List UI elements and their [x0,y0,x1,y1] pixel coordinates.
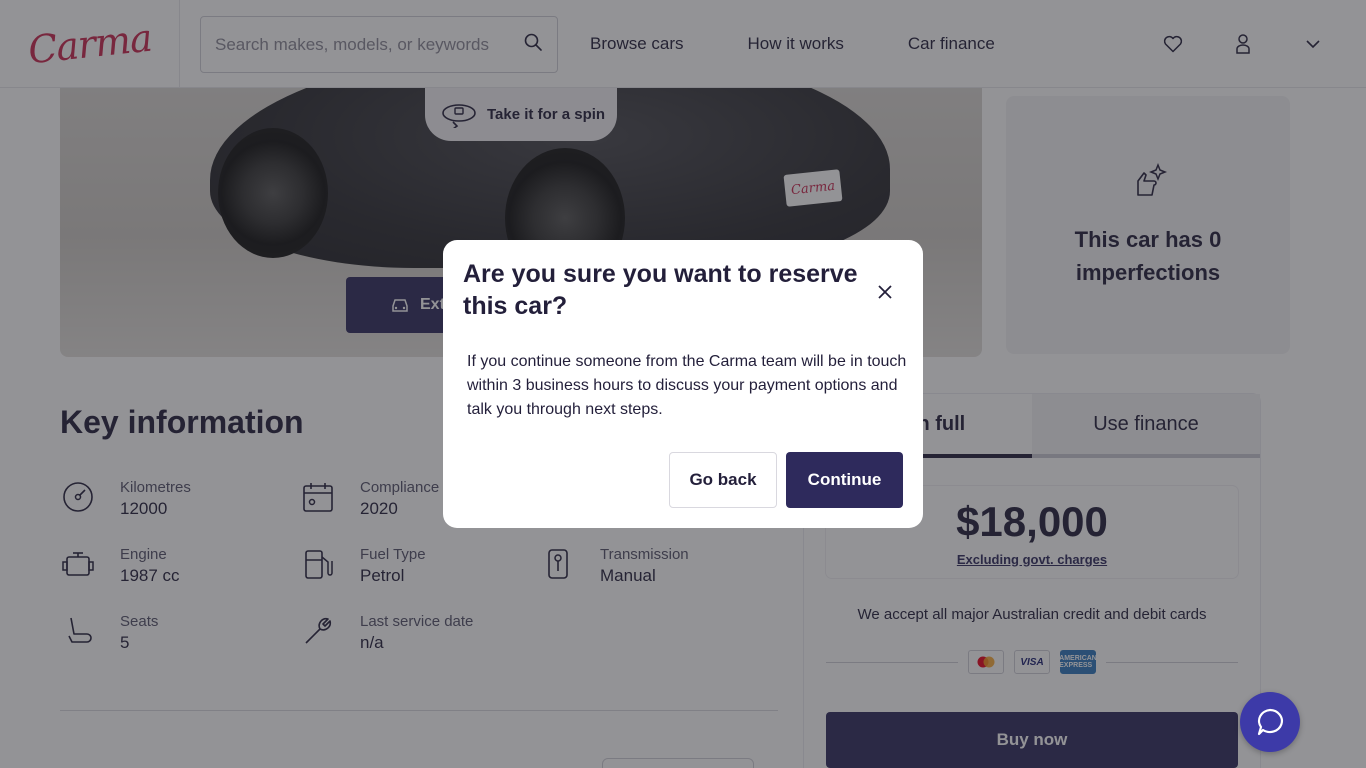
modal-body: If you continue someone from the Carma t… [467,353,907,418]
continue-button[interactable]: Continue [786,452,903,508]
modal-title: Are you sure you want to reserve this ca… [463,260,858,320]
chat-bubble-icon [1257,708,1283,736]
chat-button[interactable] [1240,692,1300,752]
close-icon[interactable] [873,280,897,304]
go-back-button[interactable]: Go back [669,452,777,508]
reserve-confirm-modal: Are you sure you want to reserve this ca… [443,240,923,528]
